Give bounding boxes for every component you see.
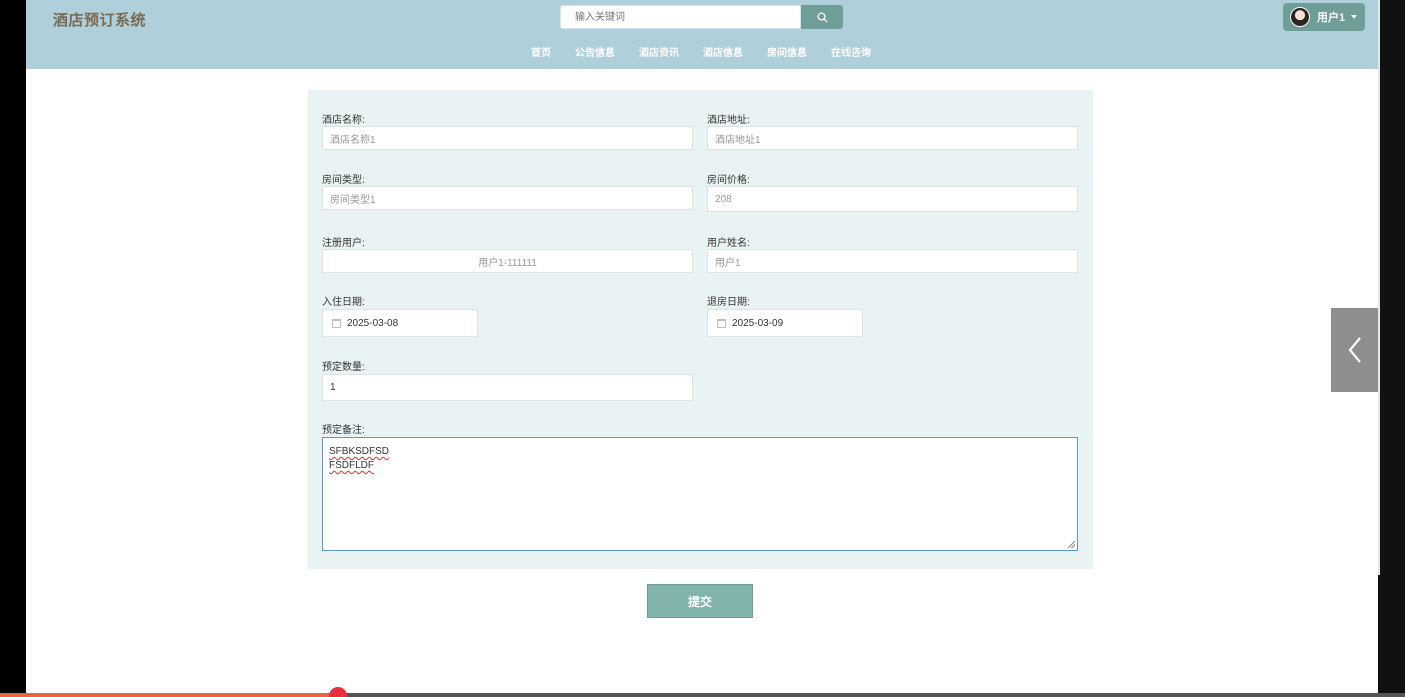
nav-item-announcements[interactable]: 公告信息	[575, 44, 615, 59]
search-input[interactable]	[560, 5, 801, 29]
remarks-line-2: FSDFLDF	[329, 460, 374, 471]
resize-grip-icon[interactable]	[1068, 541, 1075, 548]
nav-item-hotel-news[interactable]: 酒店资讯	[639, 44, 679, 59]
side-toggle-button[interactable]	[1331, 308, 1378, 392]
hotel-name-field[interactable]: 酒店名称1	[322, 126, 693, 150]
room-type-field[interactable]: 房间类型1	[322, 186, 693, 210]
booking-form: 酒店名称: 酒店名称1 酒店地址: 酒店地址1 房间类型: 房间类型1 房间价格…	[308, 90, 1093, 569]
search-icon	[816, 11, 827, 22]
header: 酒店预订系统 用户1 首页 公告信息 酒店资讯 酒店信息 房间信息 在线咨询	[26, 0, 1378, 69]
main-nav: 首页 公告信息 酒店资讯 酒店信息 房间信息 在线咨询	[531, 44, 895, 59]
window-edge	[1378, 0, 1405, 697]
checkin-date-label: 入住日期:	[322, 297, 365, 308]
nav-item-room-info[interactable]: 房间信息	[767, 44, 807, 59]
checkin-date-picker[interactable]: 2025-03-08	[322, 309, 478, 337]
calendar-icon	[332, 318, 341, 328]
quantity-field[interactable]: 1	[322, 374, 693, 401]
scrollbar-track[interactable]	[1378, 0, 1380, 575]
registered-user-label: 注册用户:	[322, 238, 365, 249]
avatar	[1290, 7, 1310, 27]
caret-down-icon	[1351, 15, 1358, 19]
hotel-name-label: 酒店名称:	[322, 115, 365, 126]
hotel-address-field[interactable]: 酒店地址1	[707, 126, 1078, 150]
chevron-left-icon	[1348, 337, 1361, 363]
checkin-date-value: 2025-03-08	[347, 317, 399, 329]
quantity-label: 预定数量:	[322, 362, 365, 373]
search-button[interactable]	[801, 5, 843, 29]
room-type-label: 房间类型:	[322, 175, 365, 186]
user-name: 用户1	[1317, 12, 1346, 24]
user-fullname-field[interactable]: 用户1	[707, 249, 1078, 273]
remarks-label: 预定备注:	[322, 425, 365, 436]
nav-item-hotel-info[interactable]: 酒店信息	[703, 44, 743, 59]
checkout-date-label: 退房日期:	[707, 297, 750, 308]
room-price-field[interactable]: 208	[707, 186, 1078, 212]
room-price-label: 房间价格:	[707, 175, 750, 186]
submit-button[interactable]: 提交	[647, 584, 753, 618]
hotel-address-label: 酒店地址:	[707, 115, 750, 126]
remarks-line-1: SFBKSDFSD	[329, 446, 390, 457]
remarks-textarea[interactable]: SFBKSDFSD FSDFLDF	[322, 437, 1078, 551]
checkout-date-picker[interactable]: 2025-03-09	[707, 309, 863, 337]
page: 酒店预订系统 用户1 首页 公告信息 酒店资讯 酒店信息 房间信息 在线咨询 酒…	[26, 0, 1378, 693]
nav-item-online-consult[interactable]: 在线咨询	[831, 44, 871, 59]
user-fullname-label: 用户姓名:	[707, 238, 750, 249]
checkout-date-value: 2025-03-09	[732, 317, 784, 329]
nav-item-home[interactable]: 首页	[531, 44, 551, 59]
site-title: 酒店预订系统	[53, 12, 147, 29]
user-menu[interactable]: 用户1	[1283, 3, 1365, 31]
calendar-icon	[717, 318, 726, 328]
registered-user-field[interactable]: 用户1-111111	[322, 249, 693, 273]
video-progress-fill	[0, 693, 338, 697]
